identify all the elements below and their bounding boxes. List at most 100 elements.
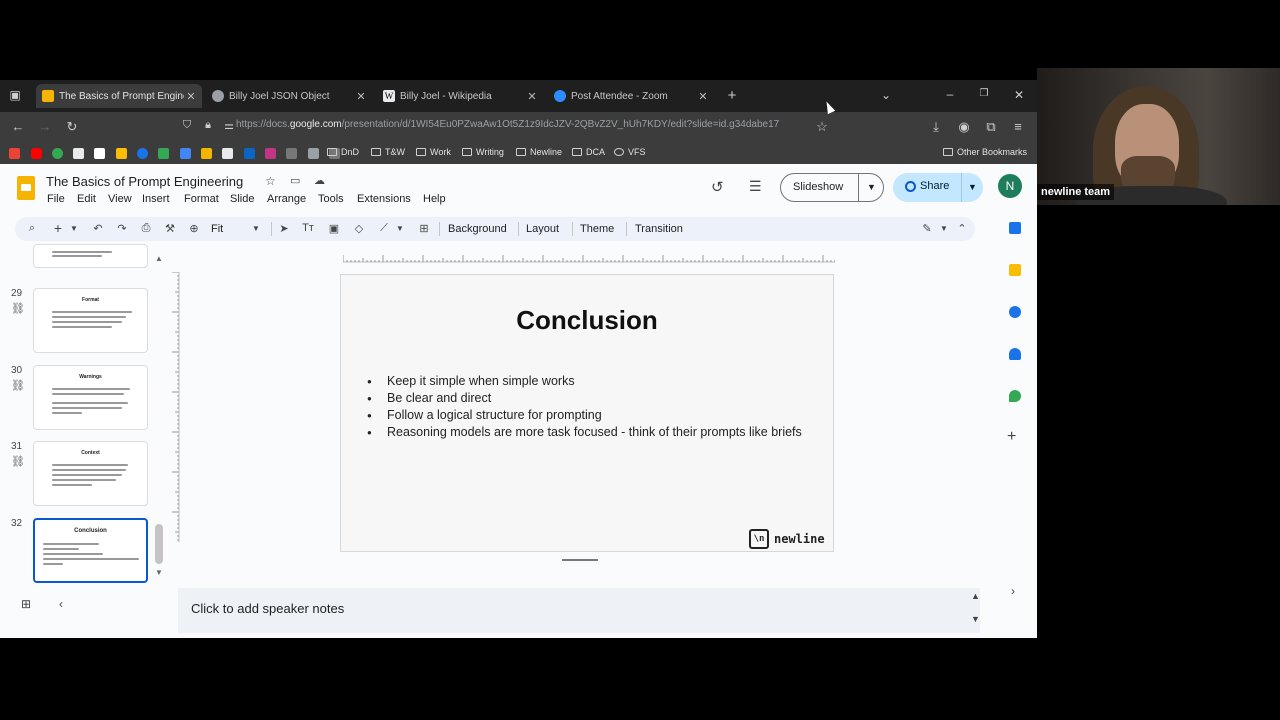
slide-thumbnail[interactable]: Warnings — [33, 365, 148, 430]
calendar-icon[interactable] — [1009, 222, 1021, 234]
drive-icon[interactable] — [158, 148, 169, 159]
close-tab-icon[interactable]: ✕ — [525, 90, 539, 103]
bookmark-dnd[interactable]: DnD — [327, 147, 359, 157]
site-settings-icon[interactable]: ⚌ — [221, 119, 237, 132]
chevron-down-icon[interactable]: ▼ — [939, 224, 949, 233]
keep-icon[interactable] — [116, 148, 127, 159]
image-icon[interactable]: ▣ — [327, 222, 341, 235]
bookmark-writing[interactable]: Writing — [462, 147, 504, 157]
app-icon[interactable] — [265, 148, 276, 159]
filmstrip-scrollbar[interactable]: ▲ ▼ — [153, 254, 165, 577]
bookmark-vfs[interactable]: VFS — [614, 147, 646, 157]
docs-icon[interactable] — [222, 148, 233, 159]
menu-edit[interactable]: Edit — [77, 193, 96, 205]
slideshow-button[interactable]: Slideshow ▼ — [780, 173, 884, 202]
grid-view-icon[interactable]: ⊞ — [21, 597, 31, 611]
search-icon[interactable]: ⌕ — [25, 222, 39, 235]
slides-logo-icon[interactable] — [17, 176, 35, 200]
background-button[interactable]: Background — [448, 223, 507, 235]
pen-icon[interactable]: ✎ — [920, 222, 934, 235]
slide-title[interactable]: Conclusion — [341, 305, 833, 336]
tab-zoom[interactable]: Post Attendee - Zoom ✕ — [548, 84, 714, 108]
add-addon-icon[interactable]: + — [1007, 428, 1016, 446]
zoom-select[interactable]: Fit — [211, 223, 223, 235]
menu-tools[interactable]: Tools — [318, 193, 344, 205]
zoom-icon[interactable]: ⊕ — [187, 222, 201, 235]
chevron-down-icon[interactable]: ⌄ — [878, 88, 894, 102]
linkedin-icon[interactable] — [244, 148, 255, 159]
star-icon[interactable]: ☆ — [265, 174, 276, 188]
calendar-icon[interactable] — [180, 148, 191, 159]
site-icon[interactable] — [308, 148, 319, 159]
url-field[interactable]: https://docs.google.com/presentation/d/1… — [236, 119, 811, 130]
maps-icon[interactable] — [1009, 390, 1021, 402]
bookmark-tw[interactable]: T&W — [371, 147, 405, 157]
bookmark-work[interactable]: Work — [416, 147, 451, 157]
bookmark-newline[interactable]: Newline — [516, 147, 562, 157]
chevron-down-icon[interactable]: ▼ — [395, 224, 405, 233]
keep-icon[interactable] — [1009, 264, 1021, 276]
theme-button[interactable]: Theme — [580, 223, 614, 235]
download-icon[interactable]: ⤓ — [928, 119, 944, 135]
tab-slides[interactable]: The Basics of Prompt Engineeri ✕ — [36, 84, 202, 108]
gmail-icon[interactable] — [9, 148, 20, 159]
shield-icon[interactable]: ⛉ — [179, 119, 195, 132]
collapse-toolbar-icon[interactable]: ⌃ — [955, 222, 969, 235]
slide-thumbnail-selected[interactable]: Conclusion — [33, 518, 148, 583]
text-box-icon[interactable]: Tт — [301, 222, 315, 234]
chevron-down-icon[interactable]: ▼ — [251, 224, 261, 233]
add-comment-icon[interactable]: ⊞ — [417, 222, 431, 235]
tab-wikipedia[interactable]: W Billy Joel - Wikipedia ✕ — [377, 84, 543, 108]
menu-slide[interactable]: Slide — [230, 193, 254, 205]
share-button[interactable]: Share ▼ — [893, 173, 983, 202]
menu-format[interactable]: Format — [184, 193, 219, 205]
collapse-filmstrip-icon[interactable]: ‹ — [59, 597, 63, 611]
new-tab-icon[interactable]: + — [724, 87, 740, 104]
back-icon[interactable]: ← — [10, 119, 26, 134]
cloud-status-icon[interactable]: ☁ — [314, 174, 325, 187]
menu-file[interactable]: File — [47, 193, 65, 205]
scroll-up-icon[interactable]: ▲ — [155, 254, 163, 263]
slide-thumbnail[interactable]: Context — [33, 441, 148, 506]
close-tab-icon[interactable]: ✕ — [354, 90, 368, 103]
new-slide-icon[interactable]: + — [51, 220, 65, 236]
close-tab-icon[interactable]: ✕ — [696, 90, 710, 103]
tab-list-icon[interactable]: ▣ — [8, 88, 22, 102]
news-icon[interactable] — [73, 148, 84, 159]
close-tab-icon[interactable]: ✕ — [184, 90, 198, 103]
close-window-icon[interactable]: ✕ — [1011, 88, 1027, 102]
slide-thumbnail[interactable]: Format — [33, 288, 148, 353]
slide-thumbnail[interactable] — [33, 244, 148, 268]
upwork-icon[interactable] — [286, 148, 297, 159]
scroll-thumb[interactable] — [155, 524, 163, 564]
reload-icon[interactable]: ↻ — [64, 119, 80, 135]
menu-arrange[interactable]: Arrange — [267, 193, 306, 205]
tasks-icon[interactable] — [1009, 306, 1021, 318]
menu-insert[interactable]: Insert — [142, 193, 170, 205]
layout-button[interactable]: Layout — [526, 223, 559, 235]
slide[interactable]: Conclusion Keep it simple when simple wo… — [340, 274, 834, 552]
notes-resize-handle[interactable] — [562, 559, 598, 561]
move-folder-icon[interactable]: ▭ — [290, 174, 300, 187]
menu-extensions[interactable]: Extensions — [357, 193, 411, 205]
chevron-down-icon[interactable]: ▼ — [69, 224, 79, 233]
account-icon[interactable]: ◉ — [956, 119, 972, 135]
menu-view[interactable]: View — [108, 193, 132, 205]
avatar[interactable]: N — [998, 174, 1022, 198]
bookmark-dca[interactable]: DCA — [572, 147, 605, 157]
undo-icon[interactable]: ↶ — [91, 222, 105, 235]
select-cursor-icon[interactable]: ➤ — [277, 222, 291, 235]
expand-side-panel-icon[interactable]: › — [1011, 584, 1015, 598]
maps-icon[interactable] — [52, 148, 63, 159]
tab-json[interactable]: Billy Joel JSON Object ✕ — [206, 84, 372, 108]
menu-help[interactable]: Help — [423, 193, 446, 205]
chevron-bookmark-icon[interactable] — [201, 148, 212, 159]
shape-icon[interactable]: ◇ — [352, 222, 366, 235]
star-bookmark-icon[interactable]: ☆ — [814, 119, 830, 135]
speaker-notes[interactable]: Click to add speaker notes ▲ ▼ — [178, 588, 980, 633]
version-history-icon[interactable]: ↺ — [711, 178, 724, 196]
redo-icon[interactable]: ↷ — [115, 222, 129, 235]
scroll-down-icon[interactable]: ▼ — [971, 614, 980, 624]
forward-icon[interactable]: → — [37, 119, 53, 134]
scroll-up-icon[interactable]: ▲ — [971, 591, 980, 601]
